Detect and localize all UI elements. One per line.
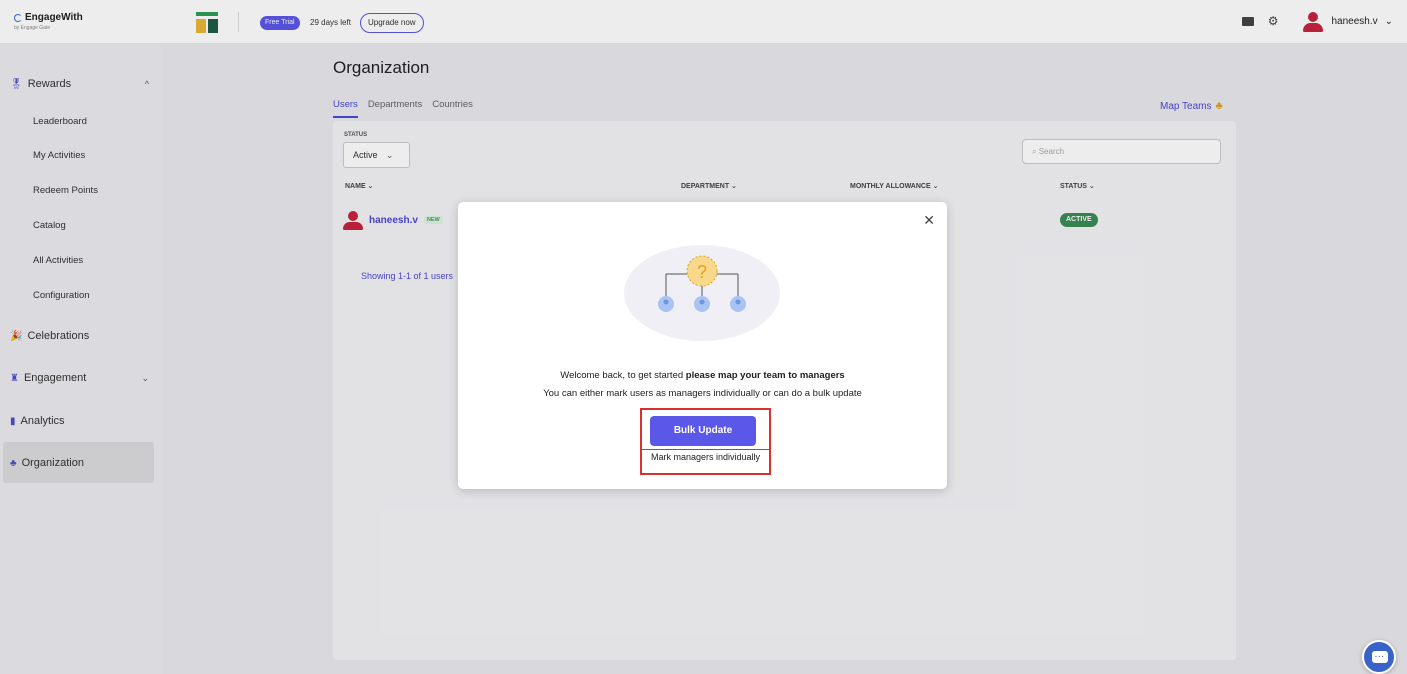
- chat-dots-icon: ···: [1375, 654, 1385, 661]
- team-hierarchy-illustration: ?: [624, 245, 780, 341]
- dialog-message-line2: You can either mark users as managers in…: [543, 388, 862, 399]
- mark-managers-individually-link[interactable]: Mark managers individually: [640, 452, 771, 462]
- close-icon[interactable]: ✕: [923, 212, 935, 229]
- dialog-message-emphasis: please map your team to managers: [685, 370, 845, 381]
- chat-widget-button[interactable]: ···: [1362, 640, 1396, 674]
- svg-text:?: ?: [697, 262, 707, 282]
- dialog-message-text: Welcome back, to get started: [560, 370, 686, 381]
- map-managers-dialog: ✕ ? Welcome back, to get started please …: [458, 202, 947, 489]
- highlight-divider: [640, 449, 771, 450]
- bulk-update-button[interactable]: Bulk Update: [650, 416, 756, 446]
- dialog-message-line1: Welcome back, to get started please map …: [458, 370, 947, 381]
